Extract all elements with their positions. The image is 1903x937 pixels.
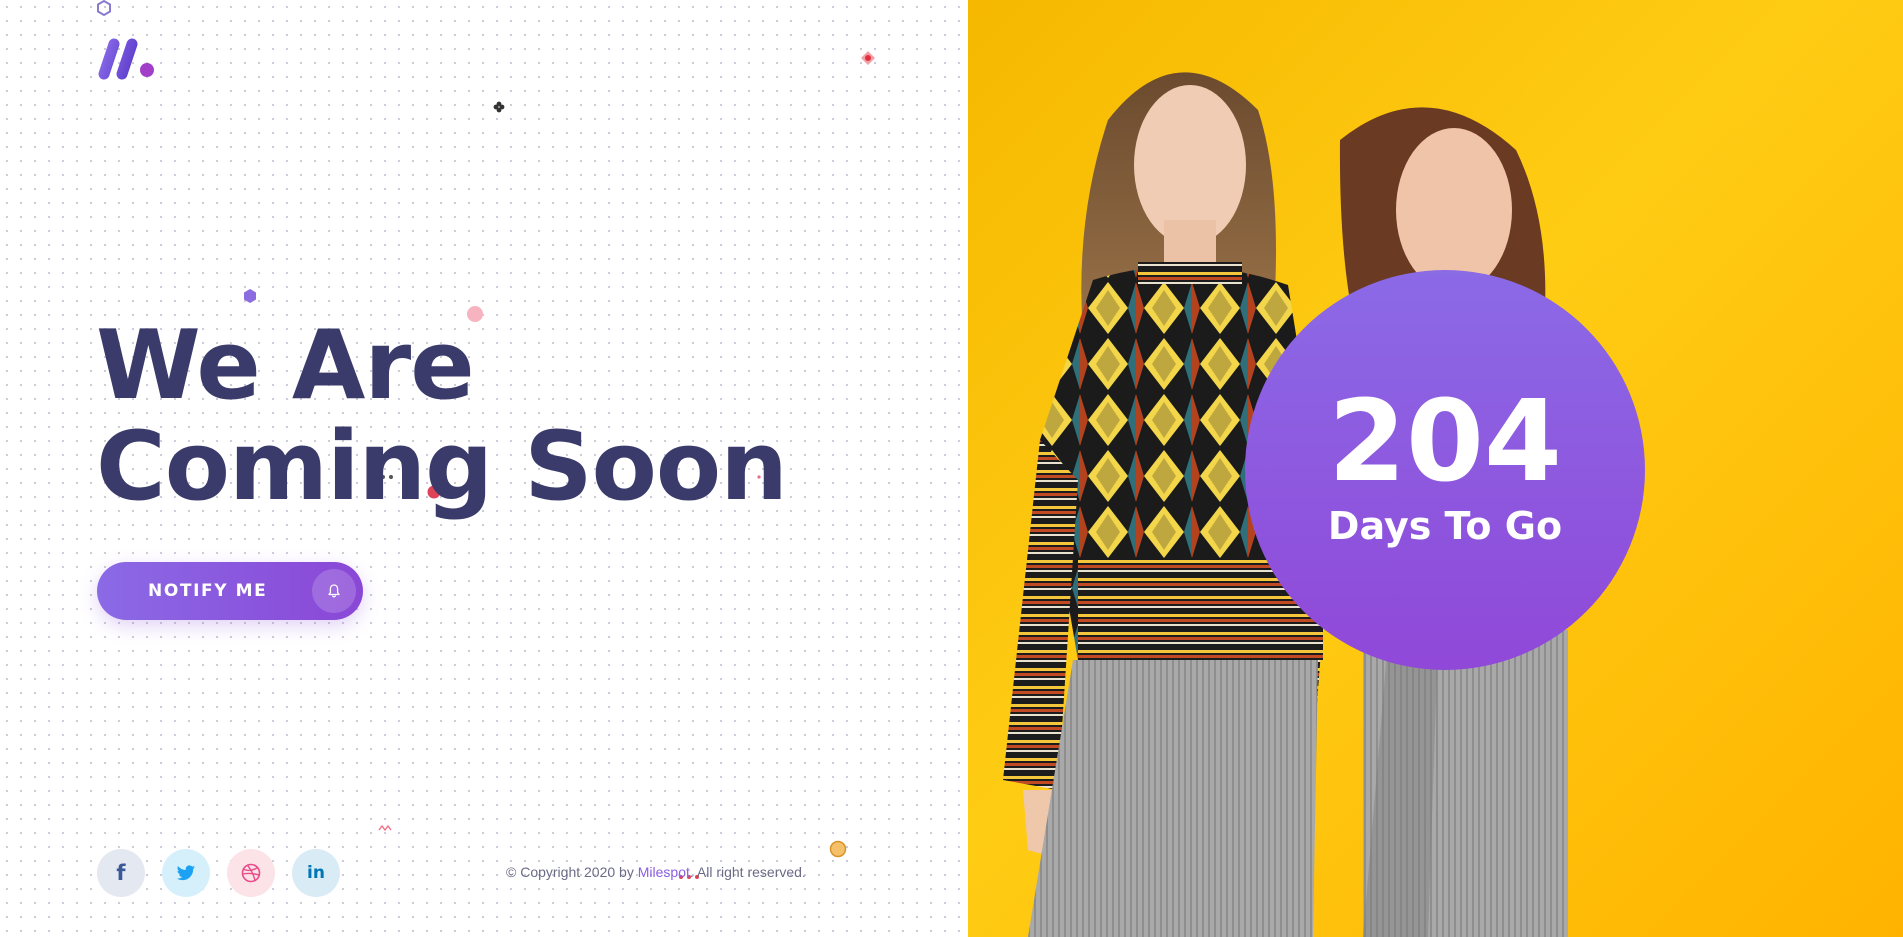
social-links: f in <box>97 849 340 897</box>
linkedin-icon: in <box>307 862 325 883</box>
pink-zigzag-decoration <box>378 824 392 832</box>
days-remaining-label: Days To Go <box>1327 504 1563 548</box>
linkedin-link[interactable]: in <box>292 849 340 897</box>
copyright-text: © Copyright 2020 by Milespot. All right … <box>506 864 806 880</box>
brand-link[interactable]: Milespot <box>638 864 690 880</box>
page-title: We Are Coming Soon <box>96 311 788 522</box>
twitter-link[interactable] <box>162 849 210 897</box>
bell-icon <box>312 569 356 613</box>
copyright-suffix: . All right reserved. <box>689 864 806 880</box>
headline-line-2: Coming Soon <box>96 412 788 522</box>
hexagon-outline-decoration <box>97 0 111 16</box>
left-panel: We Are Coming Soon NOTIFY ME f in © Copy… <box>0 0 968 937</box>
diamond-cluster-decoration <box>493 101 505 113</box>
purple-hexagon-decoration <box>244 289 256 303</box>
facebook-icon: f <box>116 860 126 885</box>
notify-me-button[interactable]: NOTIFY ME <box>97 562 363 620</box>
days-remaining-value: 204 <box>1328 377 1562 507</box>
countdown-badge: 204 Days To Go <box>1245 270 1645 670</box>
headline-line-1: We Are <box>96 311 475 421</box>
orange-circle-decoration <box>829 840 847 858</box>
facebook-link[interactable]: f <box>97 849 145 897</box>
twitter-icon <box>176 864 196 880</box>
red-gem-decoration <box>861 51 875 65</box>
dribbble-icon <box>241 863 261 883</box>
dribbble-link[interactable] <box>227 849 275 897</box>
notify-me-label: NOTIFY ME <box>148 581 268 601</box>
milespot-logo-icon[interactable] <box>96 38 160 82</box>
copyright-prefix: © Copyright 2020 by <box>506 864 638 880</box>
